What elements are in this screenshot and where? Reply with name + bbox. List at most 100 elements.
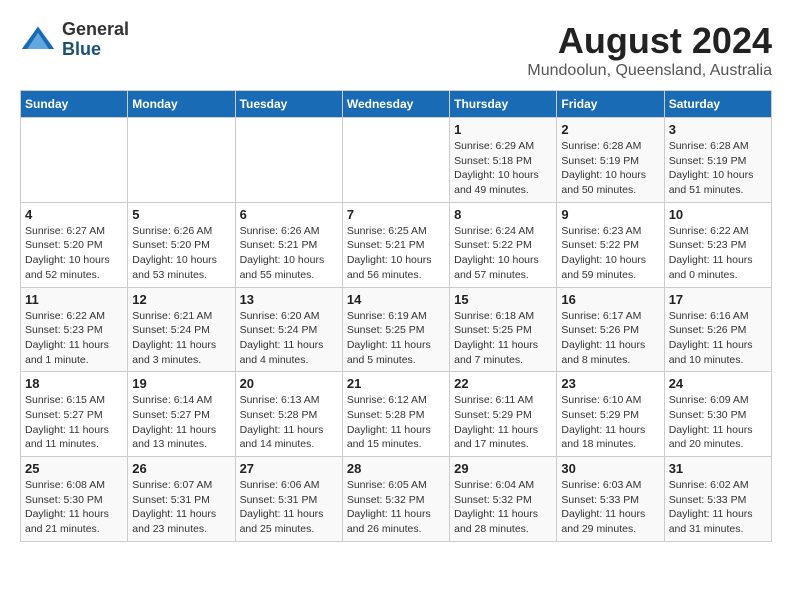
day-number: 31 — [669, 461, 767, 476]
day-info: Sunrise: 6:04 AM Sunset: 5:32 PM Dayligh… — [454, 478, 552, 537]
day-header-saturday: Saturday — [664, 91, 771, 118]
calendar-cell: 6Sunrise: 6:26 AM Sunset: 5:21 PM Daylig… — [235, 202, 342, 287]
calendar-cell — [235, 118, 342, 203]
day-info: Sunrise: 6:25 AM Sunset: 5:21 PM Dayligh… — [347, 224, 445, 283]
week-row-5: 25 Sunrise: 6:08 AM Sunset: 5:30 PM Dayli… — [21, 457, 772, 542]
day-number: 13 — [240, 292, 338, 307]
day-number: 14 — [347, 292, 445, 307]
calendar-cell: 2 Sunrise: 6:28 AM Sunset: 5:19 PM Daylig… — [557, 118, 664, 203]
day-header-wednesday: Wednesday — [342, 91, 449, 118]
day-info: Sunrise: 6:06 AM Sunset: 5:31 PM Dayligh… — [240, 478, 338, 537]
calendar-cell — [21, 118, 128, 203]
calendar-cell: 30 Sunrise: 6:03 AM Sunset: 5:33 PM Dayli… — [557, 457, 664, 542]
day-info: Sunrise: 6:18 AM Sunset: 5:25 PM Dayligh… — [454, 309, 552, 368]
day-header-tuesday: Tuesday — [235, 91, 342, 118]
day-info: Sunrise: 6:19 AM Sunset: 5:25 PM Dayligh… — [347, 309, 445, 368]
logo-general: General — [62, 19, 129, 39]
calendar-cell — [342, 118, 449, 203]
week-row-4: 18Sunrise: 6:15 AM Sunset: 5:27 PM Dayli… — [21, 372, 772, 457]
calendar-cell: 8 Sunrise: 6:24 AM Sunset: 5:22 PM Daylig… — [450, 202, 557, 287]
week-row-1: 1Sunrise: 6:29 AM Sunset: 5:18 PM Daylig… — [21, 118, 772, 203]
page-header: General Blue August 2024 Mundoolun, Quee… — [20, 20, 772, 80]
calendar-cell — [128, 118, 235, 203]
calendar-cell: 14 Sunrise: 6:19 AM Sunset: 5:25 PM Dayli… — [342, 287, 449, 372]
day-number: 28 — [347, 461, 445, 476]
day-info: Sunrise: 6:10 AM Sunset: 5:29 PM Dayligh… — [561, 393, 659, 452]
day-info: Sunrise: 6:07 AM Sunset: 5:31 PM Dayligh… — [132, 478, 230, 537]
day-info: Sunrise: 6:23 AM Sunset: 5:22 PM Dayligh… — [561, 224, 659, 283]
day-number: 5 — [132, 207, 230, 222]
day-info: Sunrise: 6:02 AM Sunset: 5:33 PM Dayligh… — [669, 478, 767, 537]
calendar-cell: 11 Sunrise: 6:22 AM Sunset: 5:23 PM Dayli… — [21, 287, 128, 372]
title-block: August 2024 Mundoolun, Queensland, Austr… — [527, 20, 772, 80]
day-number: 6 — [240, 207, 338, 222]
day-info: Sunrise: 6:13 AM Sunset: 5:28 PM Dayligh… — [240, 393, 338, 452]
day-info: Sunrise: 6:28 AM Sunset: 5:19 PM Dayligh… — [669, 139, 767, 198]
calendar-cell: 20 Sunrise: 6:13 AM Sunset: 5:28 PM Dayli… — [235, 372, 342, 457]
day-number: 2 — [561, 122, 659, 137]
week-row-3: 11 Sunrise: 6:22 AM Sunset: 5:23 PM Dayli… — [21, 287, 772, 372]
calendar-cell: 31 Sunrise: 6:02 AM Sunset: 5:33 PM Dayli… — [664, 457, 771, 542]
day-header-monday: Monday — [128, 91, 235, 118]
day-number: 16 — [561, 292, 659, 307]
calendar-cell: 19 Sunrise: 6:14 AM Sunset: 5:27 PM Dayli… — [128, 372, 235, 457]
day-number: 25 — [25, 461, 123, 476]
calendar-cell: 28Sunrise: 6:05 AM Sunset: 5:32 PM Dayli… — [342, 457, 449, 542]
calendar-cell: 24Sunrise: 6:09 AM Sunset: 5:30 PM Dayli… — [664, 372, 771, 457]
day-number: 12 — [132, 292, 230, 307]
calendar-cell: 4Sunrise: 6:27 AM Sunset: 5:20 PM Daylig… — [21, 202, 128, 287]
logo-text: General Blue — [62, 20, 129, 60]
calendar-table: SundayMondayTuesdayWednesdayThursdayFrid… — [20, 90, 772, 542]
day-number: 29 — [454, 461, 552, 476]
day-info: Sunrise: 6:27 AM Sunset: 5:20 PM Dayligh… — [25, 224, 123, 283]
calendar-cell: 13 Sunrise: 6:20 AM Sunset: 5:24 PM Dayli… — [235, 287, 342, 372]
day-info: Sunrise: 6:03 AM Sunset: 5:33 PM Dayligh… — [561, 478, 659, 537]
calendar-cell: 3 Sunrise: 6:28 AM Sunset: 5:19 PM Daylig… — [664, 118, 771, 203]
day-info: Sunrise: 6:22 AM Sunset: 5:23 PM Dayligh… — [25, 309, 123, 368]
calendar-cell: 21Sunrise: 6:12 AM Sunset: 5:28 PM Dayli… — [342, 372, 449, 457]
day-number: 9 — [561, 207, 659, 222]
day-number: 11 — [25, 292, 123, 307]
day-info: Sunrise: 6:11 AM Sunset: 5:29 PM Dayligh… — [454, 393, 552, 452]
calendar-cell: 23 Sunrise: 6:10 AM Sunset: 5:29 PM Dayli… — [557, 372, 664, 457]
day-number: 30 — [561, 461, 659, 476]
day-info: Sunrise: 6:16 AM Sunset: 5:26 PM Dayligh… — [669, 309, 767, 368]
calendar-cell: 25 Sunrise: 6:08 AM Sunset: 5:30 PM Dayli… — [21, 457, 128, 542]
day-number: 21 — [347, 376, 445, 391]
day-number: 20 — [240, 376, 338, 391]
day-info: Sunrise: 6:08 AM Sunset: 5:30 PM Dayligh… — [25, 478, 123, 537]
day-info: Sunrise: 6:24 AM Sunset: 5:22 PM Dayligh… — [454, 224, 552, 283]
calendar-cell: 29 Sunrise: 6:04 AM Sunset: 5:32 PM Dayli… — [450, 457, 557, 542]
day-info: Sunrise: 6:26 AM Sunset: 5:20 PM Dayligh… — [132, 224, 230, 283]
calendar-cell: 26 Sunrise: 6:07 AM Sunset: 5:31 PM Dayli… — [128, 457, 235, 542]
day-number: 3 — [669, 122, 767, 137]
day-info: Sunrise: 6:09 AM Sunset: 5:30 PM Dayligh… — [669, 393, 767, 452]
day-info: Sunrise: 6:20 AM Sunset: 5:24 PM Dayligh… — [240, 309, 338, 368]
calendar-cell: 12Sunrise: 6:21 AM Sunset: 5:24 PM Dayli… — [128, 287, 235, 372]
logo: General Blue — [20, 20, 129, 60]
day-info: Sunrise: 6:28 AM Sunset: 5:19 PM Dayligh… — [561, 139, 659, 198]
calendar-title: August 2024 — [527, 20, 772, 62]
calendar-cell: 16 Sunrise: 6:17 AM Sunset: 5:26 PM Dayli… — [557, 287, 664, 372]
logo-icon — [20, 22, 56, 58]
day-number: 8 — [454, 207, 552, 222]
day-header-sunday: Sunday — [21, 91, 128, 118]
calendar-cell: 22Sunrise: 6:11 AM Sunset: 5:29 PM Dayli… — [450, 372, 557, 457]
day-number: 27 — [240, 461, 338, 476]
logo-blue: Blue — [62, 39, 101, 59]
calendar-cell: 1Sunrise: 6:29 AM Sunset: 5:18 PM Daylig… — [450, 118, 557, 203]
day-number: 26 — [132, 461, 230, 476]
day-number: 23 — [561, 376, 659, 391]
day-number: 7 — [347, 207, 445, 222]
day-info: Sunrise: 6:15 AM Sunset: 5:27 PM Dayligh… — [25, 393, 123, 452]
calendar-cell: 10Sunrise: 6:22 AM Sunset: 5:23 PM Dayli… — [664, 202, 771, 287]
calendar-cell: 17Sunrise: 6:16 AM Sunset: 5:26 PM Dayli… — [664, 287, 771, 372]
calendar-cell: 7 Sunrise: 6:25 AM Sunset: 5:21 PM Daylig… — [342, 202, 449, 287]
calendar-cell: 5 Sunrise: 6:26 AM Sunset: 5:20 PM Daylig… — [128, 202, 235, 287]
header-row: SundayMondayTuesdayWednesdayThursdayFrid… — [21, 91, 772, 118]
day-info: Sunrise: 6:17 AM Sunset: 5:26 PM Dayligh… — [561, 309, 659, 368]
calendar-cell: 9 Sunrise: 6:23 AM Sunset: 5:22 PM Daylig… — [557, 202, 664, 287]
day-info: Sunrise: 6:14 AM Sunset: 5:27 PM Dayligh… — [132, 393, 230, 452]
day-number: 19 — [132, 376, 230, 391]
day-header-friday: Friday — [557, 91, 664, 118]
